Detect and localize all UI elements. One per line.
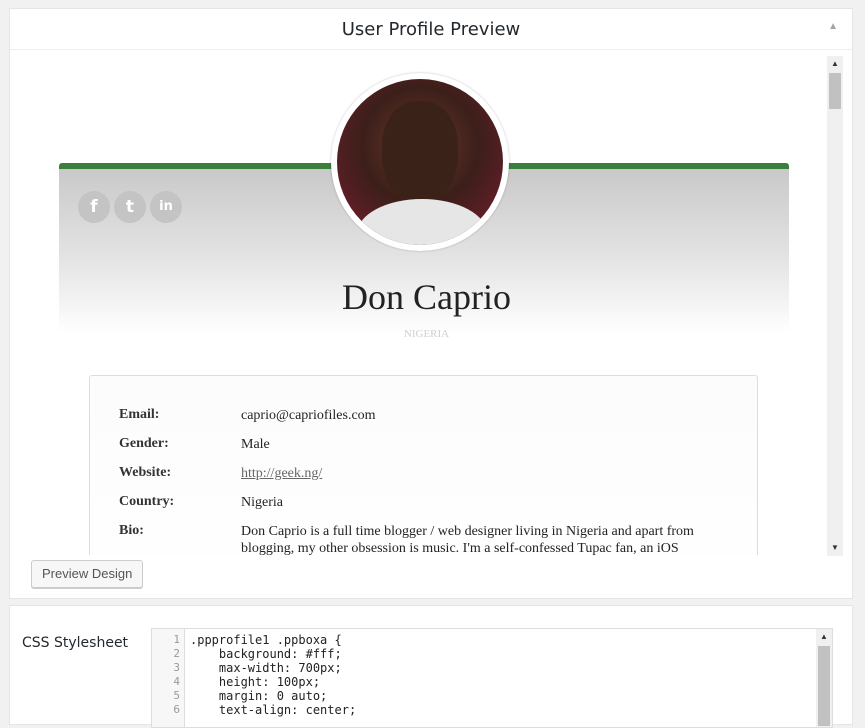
panel-title: User Profile Preview (341, 19, 521, 40)
profile-name: Don Caprio (342, 277, 511, 317)
code-line[interactable]: max-width: 700px; (190, 661, 342, 675)
avatar-photo (337, 79, 503, 245)
collapse-toggle-icon[interactable]: ▲ (828, 21, 838, 32)
scroll-up-arrow-icon[interactable]: ▲ (816, 629, 832, 645)
linkedin-icon[interactable]: in (150, 191, 182, 223)
code-line[interactable]: text-align: center; (190, 703, 356, 717)
preview-frame: f t in Don Caprio NIGERIA Email: caprio@… (10, 50, 843, 555)
detail-label: Bio: (119, 523, 144, 538)
detail-label: Country: (119, 494, 175, 509)
detail-value-website: http://geek.ng/ (241, 465, 721, 482)
line-number: 6 (173, 703, 180, 716)
profile-country: NIGERIA (403, 328, 450, 340)
scrollbar-thumb[interactable] (829, 73, 841, 109)
detail-label: Website: (119, 465, 172, 480)
detail-value-gender: Male (241, 437, 270, 452)
code-editor-scrollbar[interactable]: ▲ (816, 629, 832, 727)
scrollbar-thumb[interactable] (818, 646, 830, 726)
css-stylesheet-panel: CSS Stylesheet 1 .ppprofile1 .ppboxa { 2… (9, 605, 853, 728)
avatar (331, 73, 509, 251)
detail-value-bio: Don Caprio is a full time blogger / web … (241, 524, 694, 555)
code-line[interactable]: .ppprofile1 .ppboxa { (190, 633, 342, 647)
preview-design-button[interactable]: Preview Design (31, 560, 144, 588)
avatar-shirt (357, 199, 487, 245)
detail-value-email: caprio@capriofiles.com (241, 408, 376, 423)
scroll-down-arrow-icon[interactable]: ▼ (827, 540, 843, 556)
profile-preview-panel: User Profile Preview ▲ f t in Don Caprio… (9, 8, 853, 599)
preview-scrollbar[interactable]: ▲ ▼ (827, 56, 843, 556)
twitter-icon[interactable]: t (114, 191, 146, 223)
detail-label: Email: (119, 407, 160, 422)
line-number: 3 (173, 661, 180, 674)
detail-label: Gender: (119, 436, 169, 451)
line-number: 5 (173, 689, 180, 702)
code-line[interactable]: margin: 0 auto; (190, 689, 327, 703)
css-code-editor[interactable]: 1 .ppprofile1 .ppboxa { 2 background: #f… (151, 628, 833, 728)
css-stylesheet-label: CSS Stylesheet (22, 635, 129, 651)
code-line[interactable]: height: 100px; (190, 675, 320, 689)
line-number: 4 (173, 675, 180, 688)
profile-details-box: Email: caprio@capriofiles.com Gender: Ma… (89, 375, 758, 555)
detail-value-country: Nigeria (241, 495, 283, 510)
scroll-up-arrow-icon[interactable]: ▲ (827, 56, 843, 72)
facebook-icon[interactable]: f (78, 191, 110, 223)
line-number: 2 (173, 647, 180, 660)
website-link[interactable]: http://geek.ng/ (241, 466, 322, 481)
code-line[interactable]: background: #fff; (190, 647, 342, 661)
avatar-face (382, 101, 458, 201)
panel-header: User Profile Preview ▲ (10, 9, 852, 50)
line-number: 1 (173, 633, 180, 646)
